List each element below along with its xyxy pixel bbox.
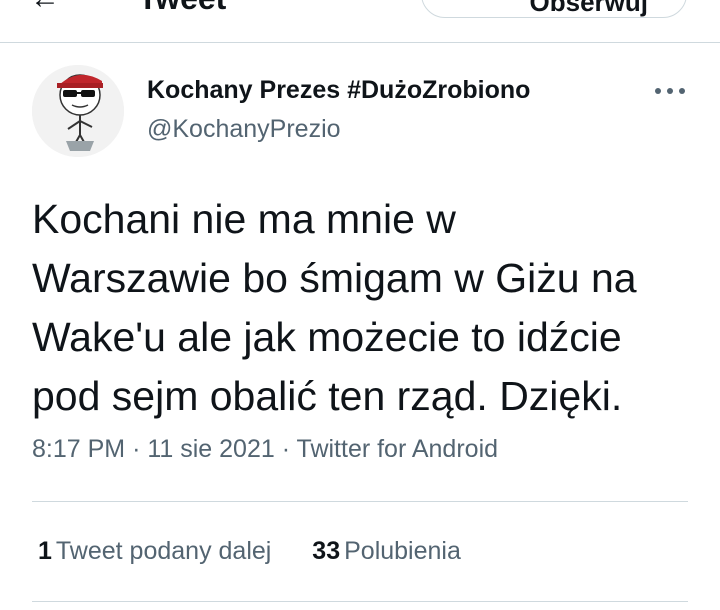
avatar-illustration-icon [32, 65, 124, 157]
divider [32, 501, 688, 502]
retweets-label: Tweet podany dalej [55, 537, 272, 565]
likes-label: Polubienia [344, 537, 461, 565]
meta-separator: · [132, 435, 148, 463]
tweet-stats: 1 Tweet podany dalej 33 Polubienia [38, 537, 495, 566]
tweet-time[interactable]: 8:17 PM [32, 435, 125, 463]
avatar[interactable] [32, 65, 124, 157]
top-bar: ← Tweet Obserwuj [0, 0, 720, 43]
tweet-text-line: Wake'u ale jak możecie to idźcie [32, 314, 622, 360]
tweet-text-line: Kochani nie ma mnie w [32, 196, 456, 242]
follow-button-label: Obserwuj [529, 0, 648, 17]
tweet-meta: 8:17 PM · 11 sie 2021 · Twitter for Andr… [32, 435, 498, 464]
retweets-count: 1 [38, 537, 52, 565]
retweets-stat[interactable]: 1 Tweet podany dalej [38, 537, 271, 566]
tweet-text: Kochani nie ma mnie w Warszawie bo śmiga… [32, 190, 692, 426]
tweet-text-line: pod sejm obalić ten rząd. Dzięki. [32, 373, 623, 419]
author-handle[interactable]: @KochanyPrezio [147, 115, 341, 144]
back-arrow-icon[interactable]: ← [30, 0, 60, 16]
likes-stat[interactable]: 33 Polubienia [312, 537, 461, 566]
follow-button[interactable]: Obserwuj [421, 0, 687, 18]
tweet-source[interactable]: Twitter for Android [297, 435, 498, 463]
author-name[interactable]: Kochany Prezes #DużoZrobiono [147, 76, 530, 105]
divider [32, 601, 688, 602]
meta-separator: · [281, 435, 297, 463]
likes-count: 33 [312, 537, 341, 565]
tweet-text-line: Warszawie bo śmigam w Giżu na [32, 255, 637, 301]
header-title: Tweet [138, 0, 226, 17]
more-options-icon[interactable] [652, 84, 688, 98]
tweet-date[interactable]: 11 sie 2021 [147, 435, 274, 463]
